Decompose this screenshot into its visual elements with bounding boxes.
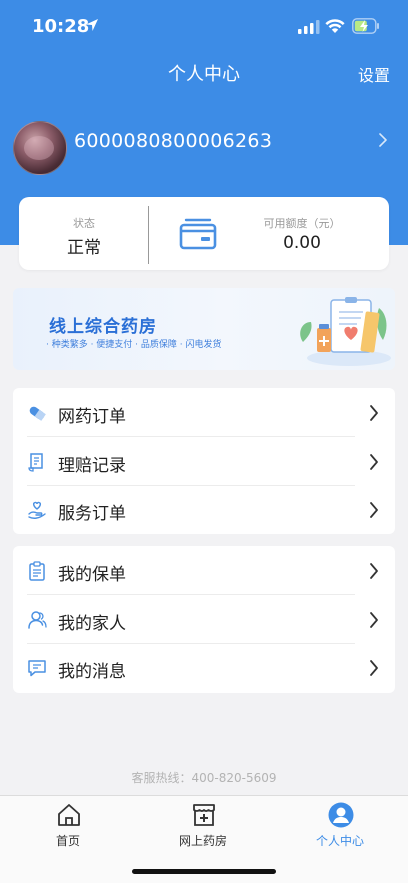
tab-home[interactable]: 首页	[18, 802, 118, 852]
chevron-right-icon	[370, 612, 378, 628]
settings-button[interactable]: 设置	[358, 62, 390, 86]
divider	[27, 436, 355, 437]
chevron-right-icon	[370, 454, 378, 470]
service-hand-icon	[28, 501, 46, 519]
chevron-right-icon	[370, 660, 378, 676]
document-icon	[28, 453, 43, 472]
account-summary-card: 状态 正常 可用额度（元） 0.00	[19, 197, 389, 270]
home-icon	[58, 804, 80, 826]
tab-online-pharmacy[interactable]: 网上药房	[153, 802, 253, 852]
menu-item-my-family[interactable]: 我的家人	[13, 596, 395, 644]
chevron-right-icon	[370, 563, 378, 579]
menu-item-my-messages[interactable]: 我的消息	[13, 644, 395, 692]
menu-label: 我的家人	[58, 614, 126, 634]
tab-profile[interactable]: 个人中心	[290, 802, 390, 852]
tab-label: 个人中心	[315, 834, 364, 848]
status-value: 正常	[67, 238, 101, 258]
menu-group-personal: 我的保单 我的家人 我的消息	[13, 546, 395, 693]
divider	[27, 594, 355, 595]
pill-icon	[29, 406, 46, 421]
pharmacy-banner[interactable]: 线上综合药房 · 种类繁多 · 便捷支付 · 品质保障 · 闪电发货	[13, 288, 395, 370]
status-label: 状态	[73, 217, 95, 230]
home-indicator	[132, 869, 276, 874]
menu-label: 服务订单	[58, 504, 126, 524]
status-bar: 10:28	[0, 0, 408, 54]
clipboard-icon	[29, 561, 45, 581]
message-icon	[28, 660, 46, 677]
battery-charging-icon	[352, 18, 379, 34]
chevron-right-icon	[370, 502, 378, 518]
page-title: 个人中心	[168, 64, 240, 85]
credit-label: 可用额度（元）	[263, 217, 341, 230]
pharmacy-illustration-icon	[300, 297, 391, 366]
cellular-signal-icon	[298, 20, 320, 34]
tab-label: 网上药房	[178, 834, 227, 848]
menu-item-pharmacy-orders[interactable]: 网药订单	[13, 389, 395, 437]
banner-subtitle: · 种类繁多 · 便捷支付 · 品质保障 · 闪电发货	[46, 340, 222, 350]
menu-item-service-orders[interactable]: 服务订单	[13, 486, 395, 534]
profile-user-id[interactable]: 6000080800006263	[74, 130, 272, 152]
pharmacy-icon	[193, 804, 215, 826]
menu-label: 我的消息	[58, 662, 126, 682]
menu-group-orders: 网药订单 理赔记录 服务订单	[13, 388, 395, 534]
menu-label: 理赔记录	[58, 456, 126, 476]
divider	[148, 206, 149, 264]
menu-item-claim-records[interactable]: 理赔记录	[13, 438, 395, 486]
customer-service-hotline[interactable]: 客服热线：400-820-5609	[0, 769, 408, 786]
menu-label: 我的保单	[58, 565, 126, 585]
banner-title: 线上综合药房	[49, 317, 157, 337]
chevron-right-icon	[370, 405, 378, 421]
avatar[interactable]	[13, 121, 67, 175]
credit-value: 0.00	[283, 233, 321, 253]
card-wallet-icon	[179, 218, 217, 250]
profile-icon	[328, 802, 354, 828]
family-icon	[28, 611, 47, 629]
status-time: 10:28	[32, 16, 90, 37]
menu-item-my-policies[interactable]: 我的保单	[13, 547, 395, 595]
menu-label: 网药订单	[58, 407, 126, 427]
chevron-right-icon[interactable]	[378, 132, 388, 148]
location-arrow-icon	[86, 19, 98, 31]
tab-label: 首页	[55, 834, 80, 848]
wifi-icon	[325, 19, 345, 33]
